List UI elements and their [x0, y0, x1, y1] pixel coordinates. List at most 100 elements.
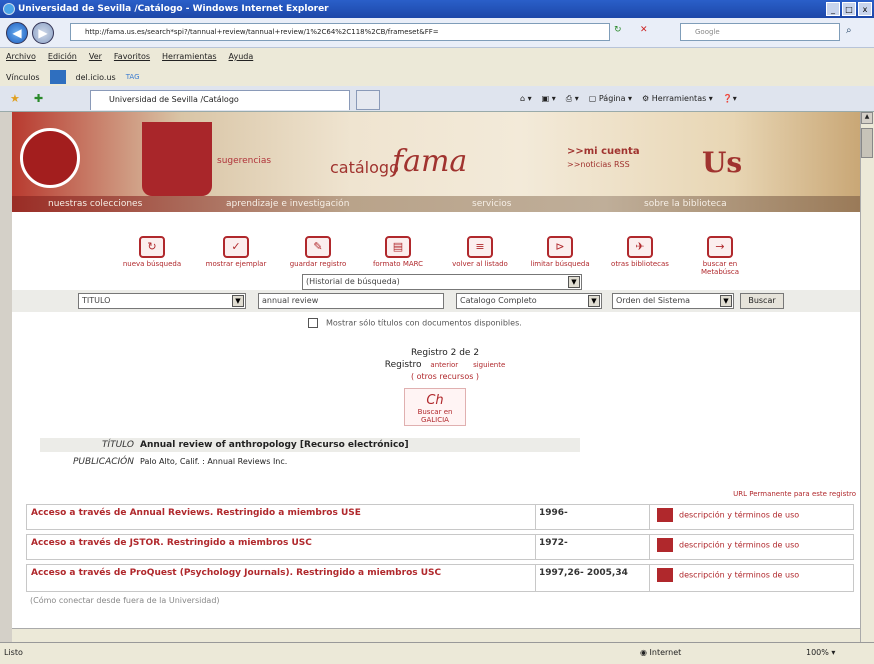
terms-link[interactable]: descripción y términos de uso	[657, 508, 847, 522]
siguiente-link[interactable]: siguiente	[473, 361, 505, 369]
scope-select[interactable]: Catalogo Completo ▼	[456, 293, 602, 309]
permalink-link[interactable]: URL Permanente para este registro	[733, 490, 856, 498]
close-button[interactable]: x	[858, 2, 872, 16]
publication-field: PUBLICACIÓN Palo Alto, Calif. : Annual Re…	[40, 455, 580, 469]
arrow-icon: →	[707, 236, 733, 258]
document-icon	[657, 568, 673, 582]
address-row: ◀ ▶ http://fama.us.es/search*spi?/tannua…	[0, 18, 874, 48]
mostrar-ejemplar-button[interactable]: ✓ mostrar ejemplar	[204, 234, 268, 278]
minimize-button[interactable]: _	[826, 2, 840, 16]
terms-link[interactable]: descripción y términos de uso	[657, 538, 847, 552]
feeds-icon[interactable]: ▣ ▾	[542, 92, 556, 106]
noticias-rss-link[interactable]: >>noticias RSS	[567, 160, 630, 169]
title-field: TÍTULO Annual review of anthropology [Rec…	[40, 438, 580, 452]
window-title: Universidad de Sevilla /Catálogo - Windo…	[18, 4, 329, 14]
terms-link[interactable]: descripción y términos de uso	[657, 568, 847, 582]
print-icon[interactable]: ⎙ ▾	[566, 92, 579, 106]
marc-icon: ▤	[385, 236, 411, 258]
title-value: Annual review of anthropology [Recurso e…	[140, 440, 409, 450]
back-button[interactable]: ◀	[6, 22, 28, 44]
list-icon: ≡	[467, 236, 493, 258]
galicia-button[interactable]: Ch Buscar en GALICIA	[404, 388, 466, 426]
anterior-link[interactable]: anterior	[430, 361, 458, 369]
access-link[interactable]: Acceso a través de Annual Reviews. Restr…	[31, 508, 521, 518]
horizontal-scrollbar[interactable]	[12, 628, 860, 642]
otros-recursos-link[interactable]: ( otros recursos )	[411, 372, 479, 381]
home-icon[interactable]: ⌂ ▾	[520, 92, 532, 106]
nav-sobre[interactable]: sobre la biblioteca	[644, 196, 727, 212]
link-tag[interactable]: TAG	[126, 73, 140, 81]
search-icon[interactable]: ⌕	[846, 25, 852, 36]
document-icon	[657, 508, 673, 522]
nav-colecciones[interactable]: nuestras colecciones	[48, 196, 142, 212]
help-icon[interactable]: ❓▾	[723, 92, 737, 106]
publication-label: PUBLICACIÓN	[72, 457, 134, 467]
stop-icon[interactable]: ✕	[640, 25, 648, 35]
add-favorites-icon[interactable]: ✚	[34, 92, 43, 105]
volver-listado-button[interactable]: ≡ volver al listado	[448, 234, 512, 278]
address-bar[interactable]: http://fama.us.es/search*spi?/tannual+re…	[70, 23, 610, 41]
mi-cuenta-link[interactable]: >>mi cuenta	[567, 146, 640, 157]
formato-marc-button[interactable]: ▤ formato MARC	[366, 234, 430, 278]
search-input[interactable]: Google	[680, 23, 840, 41]
refresh-icon[interactable]: ↻	[614, 25, 622, 35]
access-years: 1996-	[539, 508, 568, 518]
nav-aprendizaje[interactable]: aprendizaje e investigación	[226, 196, 349, 212]
us-logo-icon[interactable]	[20, 128, 80, 188]
address-url: http://fama.us.es/search*spi?/tannual+re…	[85, 28, 439, 36]
chevron-down-icon: ▼	[568, 276, 580, 288]
maximize-button[interactable]: □	[842, 2, 856, 16]
order-select[interactable]: Orden del Sistema ▼	[612, 293, 734, 309]
zoom-level[interactable]: 100% ▾	[806, 648, 835, 657]
main-nav: nuestras colecciones aprendizaje e inves…	[12, 196, 860, 212]
save-icon: ✎	[305, 236, 331, 258]
new-tab-button[interactable]	[356, 90, 380, 110]
galicia-icon: Ch	[426, 393, 444, 408]
command-bar: ⌂ ▾ ▣ ▾ ⎙ ▾ ▢ Página ▾ ⚙ Herramientas ▾ …	[520, 92, 737, 106]
buscar-button[interactable]: Buscar	[740, 293, 784, 309]
vertical-scrollbar[interactable]: ▲	[860, 112, 874, 642]
window-controls: _ □ x	[826, 2, 872, 16]
record-counter: Registro 2 de 2	[410, 348, 480, 358]
remote-access-link[interactable]: (Cómo conectar desde fuera de la Univers…	[30, 596, 220, 605]
page-menu[interactable]: ▢ Página ▾	[589, 92, 632, 106]
guardar-registro-button[interactable]: ✎ guardar registro	[286, 234, 350, 278]
historial-select[interactable]: (Historial de búsqueda) ▼	[302, 274, 582, 290]
limit-icon: ⊳	[547, 236, 573, 258]
access-link[interactable]: Acceso a través de ProQuest (Psychology …	[31, 568, 531, 578]
forward-button[interactable]: ▶	[32, 22, 54, 44]
otras-bibliotecas-button[interactable]: ✈ otras bibliotecas	[608, 234, 672, 278]
nueva-busqueda-button[interactable]: ↻ nueva búsqueda	[120, 234, 184, 278]
search-term-input[interactable]: annual review	[258, 293, 444, 309]
link-delicious[interactable]: del.icio.us	[76, 73, 116, 82]
access-link[interactable]: Acceso a través de JSTOR. Restringido a …	[31, 538, 521, 548]
menu-favoritos[interactable]: Favoritos	[114, 52, 150, 61]
catalogo-label: catálogo	[330, 158, 399, 177]
refresh-search-icon: ↻	[139, 236, 165, 258]
field-select[interactable]: TITULO ▼	[78, 293, 246, 309]
menu-herramientas[interactable]: Herramientas	[162, 52, 217, 61]
tools-menu[interactable]: ⚙ Herramientas ▾	[642, 92, 713, 106]
menu-ayuda[interactable]: Ayuda	[229, 52, 254, 61]
limitar-busqueda-button[interactable]: ⊳ limitar búsqueda	[528, 234, 592, 278]
scroll-thumb[interactable]	[861, 128, 873, 158]
favorites-star-icon[interactable]: ★	[10, 92, 20, 105]
window-title-bar: Universidad de Sevilla /Catálogo - Windo…	[0, 0, 874, 18]
scroll-up-icon[interactable]: ▲	[861, 112, 873, 124]
tab-catalogo[interactable]: Universidad de Sevilla /Catálogo	[90, 90, 350, 110]
table-row: Acceso a través de Annual Reviews. Restr…	[26, 504, 854, 530]
menu-bar: Archivo Edición Ver Favoritos Herramient…	[0, 48, 874, 86]
nav-servicios[interactable]: servicios	[472, 196, 511, 212]
menu-archivo[interactable]: Archivo	[6, 52, 36, 61]
sugerencias-link[interactable]: sugerencias	[217, 156, 271, 166]
available-only-checkbox[interactable]	[308, 318, 318, 328]
ie-logo-icon	[3, 3, 15, 15]
tab-title: Universidad de Sevilla /Catálogo	[109, 95, 239, 104]
fama-logo: fama	[392, 144, 468, 179]
title-label: TÍTULO	[101, 440, 134, 450]
metabusca-button[interactable]: → buscar en Metabúsca	[688, 234, 752, 278]
banner: sugerencias catálogo fama >>mi cuenta >>…	[12, 112, 860, 196]
menu-ver[interactable]: Ver	[89, 52, 102, 61]
menu-edicion[interactable]: Edición	[48, 52, 77, 61]
globe-icon: ◉	[640, 648, 650, 657]
